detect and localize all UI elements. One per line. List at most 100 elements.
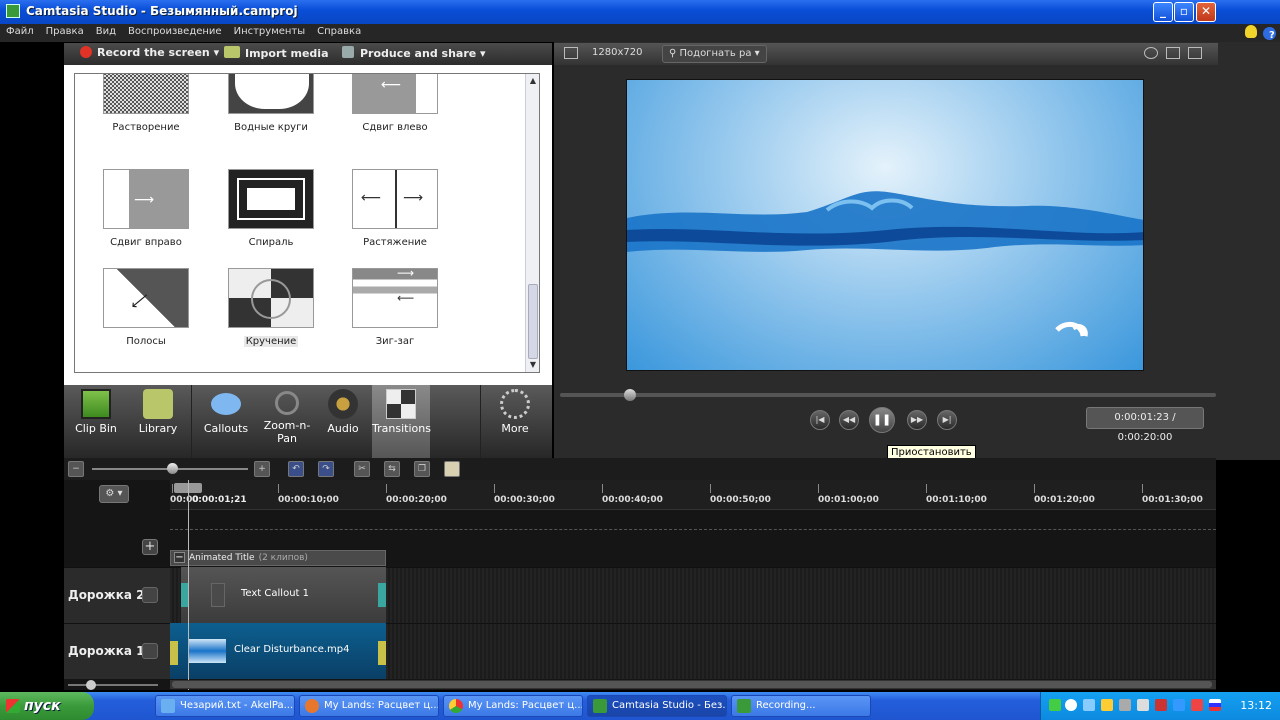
recorder-tray-icon[interactable]	[1155, 699, 1167, 711]
hand-icon[interactable]	[1144, 47, 1158, 59]
copy-icon[interactable]: ❐	[414, 461, 430, 477]
transition-slide-left[interactable]: ⟵ Сдвиг влево	[340, 74, 450, 133]
transition-stretch[interactable]: ⟵ ⟶ Растяжение	[340, 169, 450, 248]
menu-help[interactable]: Справка	[311, 24, 367, 39]
taskbar: пуск Чезарий.txt - AkelPa... My Lands: Р…	[0, 692, 1280, 720]
transitions-scrollbar[interactable]: ▲ ▼	[525, 74, 539, 372]
tab-separator	[480, 385, 481, 460]
seek-bar[interactable]	[560, 389, 1216, 401]
transition-ripple[interactable]: Водные круги	[216, 74, 326, 133]
transition-dissolve[interactable]: Растворение	[91, 74, 201, 133]
tab-separator	[191, 385, 192, 460]
tab-library[interactable]: Library	[128, 385, 188, 460]
window-title: Camtasia Studio - Безымянный.camproj	[26, 4, 298, 18]
record-screen-button[interactable]: Record the screen ▾	[80, 46, 219, 59]
transition-twirl[interactable]: Кручение	[216, 268, 326, 347]
task-label: Recording...	[756, 700, 816, 711]
tab-zoom-n-pan[interactable]: Zoom-n- Pan	[258, 385, 316, 460]
seek-knob[interactable]	[624, 389, 636, 401]
task-akelpad[interactable]: Чезарий.txt - AkelPa...	[155, 695, 295, 717]
language-icon[interactable]	[1209, 699, 1221, 711]
skip-back-button[interactable]: |◀	[810, 410, 830, 430]
clip-video[interactable]: Clear Disturbance.mp4	[170, 623, 386, 679]
fit-dropdown[interactable]: ⚲ Подогнать ра ▾	[662, 45, 767, 63]
produce-share-button[interactable]: Produce and share ▾	[342, 46, 486, 60]
menu-file[interactable]: Файл	[0, 24, 40, 39]
skype-icon[interactable]	[1065, 699, 1077, 711]
network-icon[interactable]	[1083, 699, 1095, 711]
lock-icon[interactable]	[142, 587, 158, 603]
paste-icon[interactable]	[444, 461, 460, 477]
minimize-button[interactable]: _	[1153, 2, 1173, 22]
task-camtasia[interactable]: Camtasia Studio - Без...	[587, 695, 727, 717]
track-header-2[interactable]: Дорожка 2	[64, 567, 170, 623]
task-chrome[interactable]: My Lands: Расцвет ц...	[443, 695, 583, 717]
menu-edit[interactable]: Правка	[40, 24, 90, 39]
menu-view[interactable]: Вид	[90, 24, 122, 39]
menu-tools[interactable]: Инструменты	[228, 24, 312, 39]
timeline-settings-button[interactable]: ⚙ ▾	[99, 485, 129, 503]
lightbulb-icon[interactable]	[1245, 25, 1257, 38]
fullscreen-icon[interactable]	[1166, 47, 1180, 59]
zoom-knob[interactable]	[167, 463, 178, 474]
skip-forward-button[interactable]: ▶|	[937, 410, 957, 430]
crop-icon[interactable]	[564, 47, 578, 59]
scroll-thumb[interactable]	[528, 284, 538, 359]
lock-icon[interactable]	[142, 643, 158, 659]
menu-playback[interactable]: Воспроизведение	[122, 24, 228, 39]
resolution-label[interactable]: 1280x720	[592, 47, 642, 58]
track-height-slider[interactable]	[68, 680, 158, 690]
start-button[interactable]: пуск	[0, 692, 94, 720]
scroll-down-icon[interactable]: ▼	[528, 360, 538, 370]
time-ruler[interactable]: 00:00 00:00:10;00 00:00:20;00 00:00:30;0…	[170, 480, 1216, 510]
collapse-icon[interactable]: −	[174, 552, 185, 563]
update-icon[interactable]	[1173, 699, 1185, 711]
task-firefox[interactable]: My Lands: Расцвет ц...	[299, 695, 439, 717]
split-icon[interactable]: ⇆	[384, 461, 400, 477]
tab-bar: Clip Bin Library Callouts Zoom-n- Pan Aud…	[64, 385, 552, 460]
display-icon[interactable]	[1137, 699, 1149, 711]
timeline-scrollbar[interactable]	[170, 680, 1216, 689]
detach-icon[interactable]	[1188, 47, 1202, 59]
transition-stripes[interactable]: ⟵ Полосы	[91, 268, 201, 347]
clip-handle-right[interactable]	[378, 583, 386, 607]
fast-forward-button[interactable]: ▶▶	[907, 410, 927, 430]
tab-clip-bin[interactable]: Clip Bin	[64, 385, 128, 460]
import-media-button[interactable]: Import media	[224, 46, 329, 60]
transition-zigzag[interactable]: ⟶ ⟵ Зиг-заг	[340, 268, 450, 347]
track-header-1[interactable]: Дорожка 1	[64, 623, 170, 679]
zoom-in-icon[interactable]: +	[254, 461, 270, 477]
tab-audio[interactable]: Audio	[316, 385, 370, 460]
playhead-line[interactable]	[188, 480, 189, 690]
clip-handle-right[interactable]	[378, 641, 386, 665]
video-preview[interactable]	[626, 79, 1144, 371]
zoom-out-icon[interactable]: −	[68, 461, 84, 477]
security-icon[interactable]	[1049, 699, 1061, 711]
group-header[interactable]: − Animated Title (2 клипов)	[170, 550, 386, 566]
close-button[interactable]: ✕	[1196, 2, 1216, 22]
cut-icon[interactable]: ✂	[354, 461, 370, 477]
timeline-scroll-thumb[interactable]	[172, 681, 1212, 688]
rewind-button[interactable]: ◀◀	[839, 410, 859, 430]
transition-spiral[interactable]: Спираль	[216, 169, 326, 248]
tab-more[interactable]: More	[484, 385, 546, 460]
transition-slide-right[interactable]: ⟶ Сдвиг вправо	[91, 169, 201, 248]
pause-button[interactable]: ❚❚	[869, 407, 895, 433]
task-recording[interactable]: Recording...	[731, 695, 871, 717]
tab-callouts[interactable]: Callouts	[194, 385, 258, 460]
zoom-slider[interactable]	[92, 463, 248, 474]
transition-label: Зиг-заг	[375, 336, 415, 347]
clip-handle-left[interactable]	[170, 641, 178, 665]
scroll-up-icon[interactable]: ▲	[528, 76, 538, 86]
tab-transitions[interactable]: Transitions	[372, 385, 431, 460]
undo-icon[interactable]: ↶	[288, 461, 304, 477]
clip-text-callout[interactable]: Text Callout 1	[181, 567, 386, 623]
add-track-button[interactable]: +	[142, 539, 158, 555]
usb-icon[interactable]	[1119, 699, 1131, 711]
redo-icon[interactable]: ↷	[318, 461, 334, 477]
track-height-knob[interactable]	[86, 680, 96, 690]
antivirus-icon[interactable]	[1191, 699, 1203, 711]
volume-icon[interactable]	[1101, 699, 1113, 711]
maximize-button[interactable]: ▫	[1174, 2, 1194, 22]
help-icon[interactable]: ?	[1263, 27, 1276, 41]
